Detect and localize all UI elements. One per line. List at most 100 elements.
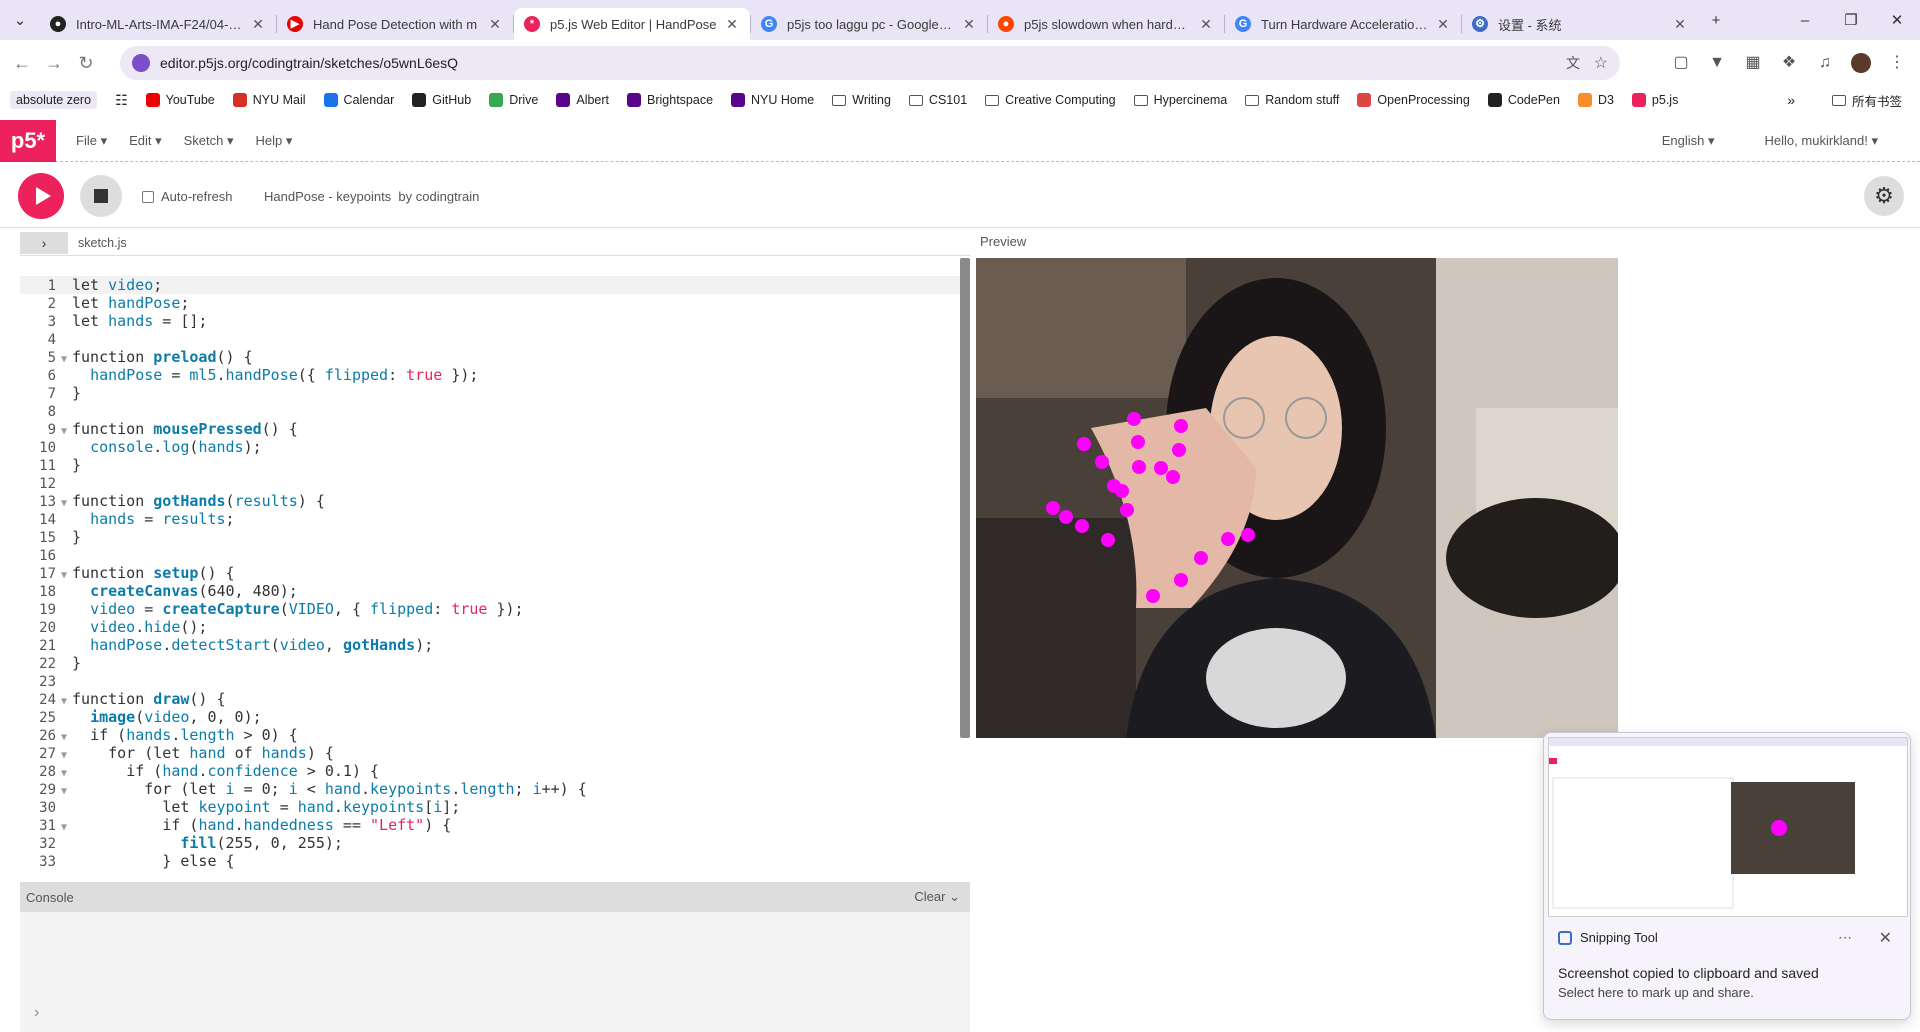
code-line[interactable]: 18 createCanvas(640, 480); bbox=[20, 582, 960, 600]
more-options-icon[interactable]: ⋯ bbox=[1838, 929, 1852, 946]
menu-edit[interactable]: Edit bbox=[129, 133, 162, 149]
code-line[interactable]: 24 ▼ function draw() { bbox=[20, 690, 960, 708]
extension-icon[interactable]: ▢ bbox=[1668, 50, 1694, 76]
bookmark-5[interactable]: GitHub bbox=[412, 93, 471, 107]
code-line[interactable]: 23 bbox=[20, 672, 960, 690]
bookmark-18[interactable]: p5.js bbox=[1631, 93, 1678, 107]
bookmark-7[interactable]: Albert bbox=[556, 93, 609, 107]
bookmark-13[interactable]: Hypercinema bbox=[1133, 93, 1227, 107]
more-bookmarks-icon[interactable]: » bbox=[1787, 92, 1795, 108]
bookmark-3[interactable]: NYU Mail bbox=[232, 93, 306, 107]
tab-1[interactable]: ▶ Hand Pose Detection with m ✕ bbox=[277, 8, 513, 40]
tab-6[interactable]: ⚙ 设置 - 系统 ✕ bbox=[1462, 8, 1698, 40]
tab-4[interactable]: ● p5js slowdown when hardware ✕ bbox=[988, 8, 1224, 40]
bookmark-15[interactable]: OpenProcessing bbox=[1357, 93, 1470, 107]
all-bookmarks[interactable]: 所有书签 bbox=[1831, 91, 1902, 110]
close-window-icon[interactable]: ✕ bbox=[1874, 11, 1920, 29]
code-line[interactable]: 27 ▼ for (let hand of hands) { bbox=[20, 744, 960, 762]
restore-icon[interactable]: ❐ bbox=[1828, 11, 1874, 29]
code-line[interactable]: 3 let hands = []; bbox=[20, 312, 960, 330]
console-output[interactable]: › bbox=[20, 912, 970, 1032]
tab-0[interactable]: ● Intro-ML-Arts-IMA-F24/04-face ✕ bbox=[40, 8, 276, 40]
console-clear-button[interactable]: Clear ⌄ bbox=[914, 889, 960, 905]
code-line[interactable]: 11} bbox=[20, 456, 960, 474]
bookmark-14[interactable]: Random stuff bbox=[1245, 93, 1339, 107]
translate-icon[interactable]: 文 bbox=[1566, 53, 1580, 73]
kebab-menu-icon[interactable]: ⋮ bbox=[1884, 50, 1910, 76]
checkbox-icon[interactable] bbox=[142, 190, 154, 203]
auto-refresh-checkbox[interactable]: Auto-refresh bbox=[142, 189, 233, 204]
media-icon[interactable]: ♫ bbox=[1812, 50, 1838, 76]
close-tab-icon[interactable]: ✕ bbox=[961, 16, 977, 33]
code-line[interactable]: 7} bbox=[20, 384, 960, 402]
code-line[interactable]: 30 let keypoint = hand.keypoints[i]; bbox=[20, 798, 960, 816]
code-line[interactable]: 1 let video; bbox=[20, 276, 960, 294]
close-icon[interactable]: ✕ bbox=[1879, 928, 1892, 948]
extension-icon[interactable]: ▦ bbox=[1740, 50, 1766, 76]
code-line[interactable]: 15} bbox=[20, 528, 960, 546]
code-line[interactable]: 20 video.hide(); bbox=[20, 618, 960, 636]
bookmark-8[interactable]: Brightspace bbox=[627, 93, 713, 107]
bookmark-16[interactable]: CodePen bbox=[1487, 93, 1560, 107]
site-info-icon[interactable] bbox=[132, 54, 150, 72]
gear-icon[interactable]: ⚙ bbox=[1864, 176, 1904, 216]
url-field[interactable]: editor.p5js.org/codingtrain/sketches/o5w… bbox=[120, 46, 1620, 80]
code-line[interactable]: 6 handPose = ml5.handPose({ flipped: tru… bbox=[20, 366, 960, 384]
bookmark-0[interactable]: absolute zero bbox=[10, 91, 98, 109]
bookmark-2[interactable]: YouTube bbox=[145, 93, 215, 107]
tab-2[interactable]: * p5.js Web Editor | HandPose ✕ bbox=[514, 8, 750, 40]
snipping-tool-toast[interactable]: Snipping Tool ⋯ ✕ Screenshot copied to c… bbox=[1543, 732, 1911, 1020]
sidebar-toggle-chevron-icon[interactable]: › bbox=[20, 231, 68, 254]
code-line[interactable]: 21 handPose.detectStart(video, gotHands)… bbox=[20, 636, 960, 654]
code-line[interactable]: 19 video = createCapture(VIDEO, { flippe… bbox=[20, 600, 960, 618]
sketch-name[interactable]: HandPose - keypoints bbox=[264, 189, 391, 204]
forward-icon[interactable]: → bbox=[38, 53, 70, 74]
screenshot-thumbnail[interactable] bbox=[1548, 737, 1908, 917]
menu-file[interactable]: File bbox=[76, 133, 107, 149]
code-line[interactable]: 16 bbox=[20, 546, 960, 564]
code-line[interactable]: 14 hands = results; bbox=[20, 510, 960, 528]
close-tab-icon[interactable]: ✕ bbox=[1435, 16, 1451, 33]
play-button[interactable] bbox=[18, 173, 64, 219]
code-line[interactable]: 33 } else { bbox=[20, 852, 960, 870]
bookmark-17[interactable]: D3 bbox=[1577, 93, 1614, 107]
avatar[interactable] bbox=[1848, 50, 1874, 76]
code-editor[interactable]: 1 let video; 2 let handPose; 3 let hands = []… bbox=[20, 256, 970, 880]
tab-search-chevron-icon[interactable]: ⌄ bbox=[0, 11, 40, 29]
close-tab-icon[interactable]: ✕ bbox=[1672, 16, 1688, 33]
code-line[interactable]: 17 ▼ function setup() { bbox=[20, 564, 960, 582]
bookmark-12[interactable]: Creative Computing bbox=[985, 93, 1116, 107]
user-menu[interactable]: Hello, mukirkland! bbox=[1765, 133, 1878, 149]
language-menu[interactable]: English bbox=[1662, 133, 1715, 149]
bookmark-10[interactable]: Writing bbox=[832, 93, 891, 107]
preview-canvas[interactable] bbox=[976, 258, 1618, 738]
tab-5[interactable]: G Turn Hardware Acceleration Of ✕ bbox=[1225, 8, 1461, 40]
code-line[interactable]: 2 let handPose; bbox=[20, 294, 960, 312]
bookmark-star-icon[interactable]: ☆ bbox=[1594, 53, 1608, 73]
back-icon[interactable]: ← bbox=[6, 53, 38, 74]
menu-sketch[interactable]: Sketch bbox=[184, 133, 234, 149]
tab-3[interactable]: Gp5js too laggu pc - Google Sea ✕ bbox=[751, 8, 987, 40]
code-line[interactable]: 31 ▼ if (hand.handedness == "Left") { bbox=[20, 816, 960, 834]
bookmark-9[interactable]: NYU Home bbox=[731, 93, 814, 107]
menu-help[interactable]: Help bbox=[256, 133, 293, 149]
extension-icon[interactable]: ▼ bbox=[1704, 50, 1730, 76]
puzzle-icon[interactable]: ❖ bbox=[1776, 50, 1802, 76]
bookmark-6[interactable]: Drive bbox=[489, 93, 538, 107]
close-tab-icon[interactable]: ✕ bbox=[487, 16, 503, 33]
close-tab-icon[interactable]: ✕ bbox=[724, 16, 740, 33]
code-line[interactable]: 12 bbox=[20, 474, 960, 492]
bookmark-11[interactable]: CS101 bbox=[908, 93, 967, 107]
close-tab-icon[interactable]: ✕ bbox=[1198, 16, 1214, 33]
close-tab-icon[interactable]: ✕ bbox=[250, 16, 266, 33]
code-line[interactable]: 9 ▼ function mousePressed() { bbox=[20, 420, 960, 438]
reload-icon[interactable]: ↻ bbox=[70, 53, 102, 74]
code-line[interactable]: 26 ▼ if (hands.length > 0) { bbox=[20, 726, 960, 744]
code-line[interactable]: 4 bbox=[20, 330, 960, 348]
code-line[interactable]: 29 ▼ for (let i = 0; i < hand.keypoints.l… bbox=[20, 780, 960, 798]
new-tab-icon[interactable]: + bbox=[1698, 12, 1734, 29]
code-line[interactable]: 32 fill(255, 0, 255); bbox=[20, 834, 960, 852]
code-line[interactable]: 5 ▼ function preload() { bbox=[20, 348, 960, 366]
code-line[interactable]: 10 console.log(hands); bbox=[20, 438, 960, 456]
code-line[interactable]: 25 image(video, 0, 0); bbox=[20, 708, 960, 726]
